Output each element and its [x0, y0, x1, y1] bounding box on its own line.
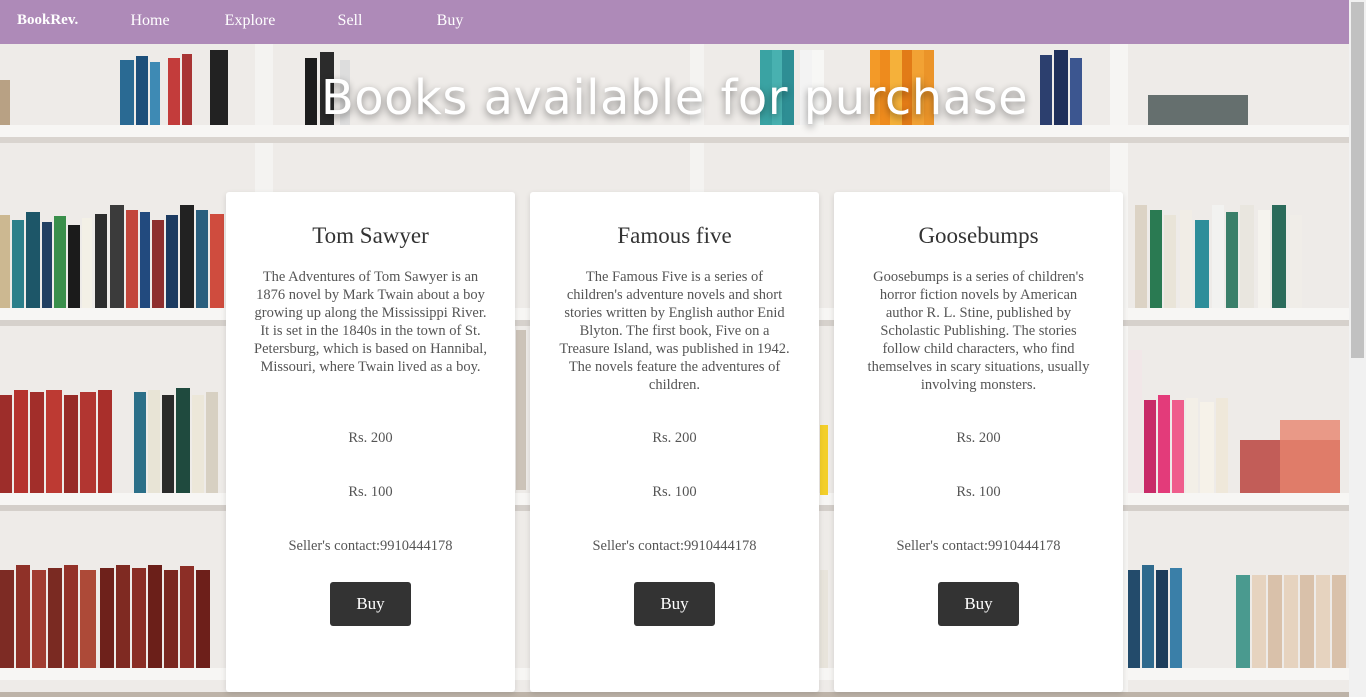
brand-logo-link[interactable]: BookRev. — [17, 12, 78, 29]
book-card-famous-five: Famous five The Famous Five is a series … — [530, 192, 819, 692]
book-price-offer: Rs. 100 — [348, 484, 393, 500]
book-price-original: Rs. 200 — [348, 430, 393, 446]
vertical-scrollbar[interactable] — [1349, 0, 1366, 697]
buy-button[interactable]: Buy — [634, 582, 715, 626]
seller-contact: Seller's contact:9910444178 — [896, 538, 1061, 554]
page-bottom-edge — [0, 692, 1349, 697]
seller-contact: Seller's contact:9910444178 — [592, 538, 757, 554]
nav-link-buy[interactable]: Buy — [400, 12, 500, 30]
book-title: Tom Sawyer — [312, 223, 429, 248]
book-title: Goosebumps — [918, 223, 1039, 248]
navbar: BookRev. Home Explore Sell Buy — [0, 0, 1349, 44]
buy-button[interactable]: Buy — [938, 582, 1019, 626]
page-title: Books available for purchase — [320, 70, 1029, 126]
book-description: The Adventures of Tom Sawyer is an 1876 … — [254, 269, 487, 375]
book-description: The Famous Five is a series of children'… — [559, 269, 790, 393]
nav-link-explore[interactable]: Explore — [200, 12, 300, 30]
nav-link-sell[interactable]: Sell — [300, 12, 400, 30]
book-price-offer: Rs. 100 — [652, 484, 697, 500]
book-title: Famous five — [617, 223, 732, 248]
page: BookRev. Home Explore Sell Buy Books ava… — [0, 0, 1366, 697]
buy-button[interactable]: Buy — [330, 582, 411, 626]
book-card-tom-sawyer: Tom Sawyer The Adventures of Tom Sawyer … — [226, 192, 515, 692]
book-description: Goosebumps is a series of children's hor… — [867, 269, 1090, 393]
book-price-original: Rs. 200 — [652, 430, 697, 446]
book-card-goosebumps: Goosebumps Goosebumps is a series of chi… — [834, 192, 1123, 692]
nav-link-home[interactable]: Home — [100, 12, 200, 30]
book-price-offer: Rs. 100 — [956, 484, 1001, 500]
seller-contact: Seller's contact:9910444178 — [288, 538, 453, 554]
scrollbar-thumb[interactable] — [1351, 2, 1364, 358]
book-price-original: Rs. 200 — [956, 430, 1001, 446]
